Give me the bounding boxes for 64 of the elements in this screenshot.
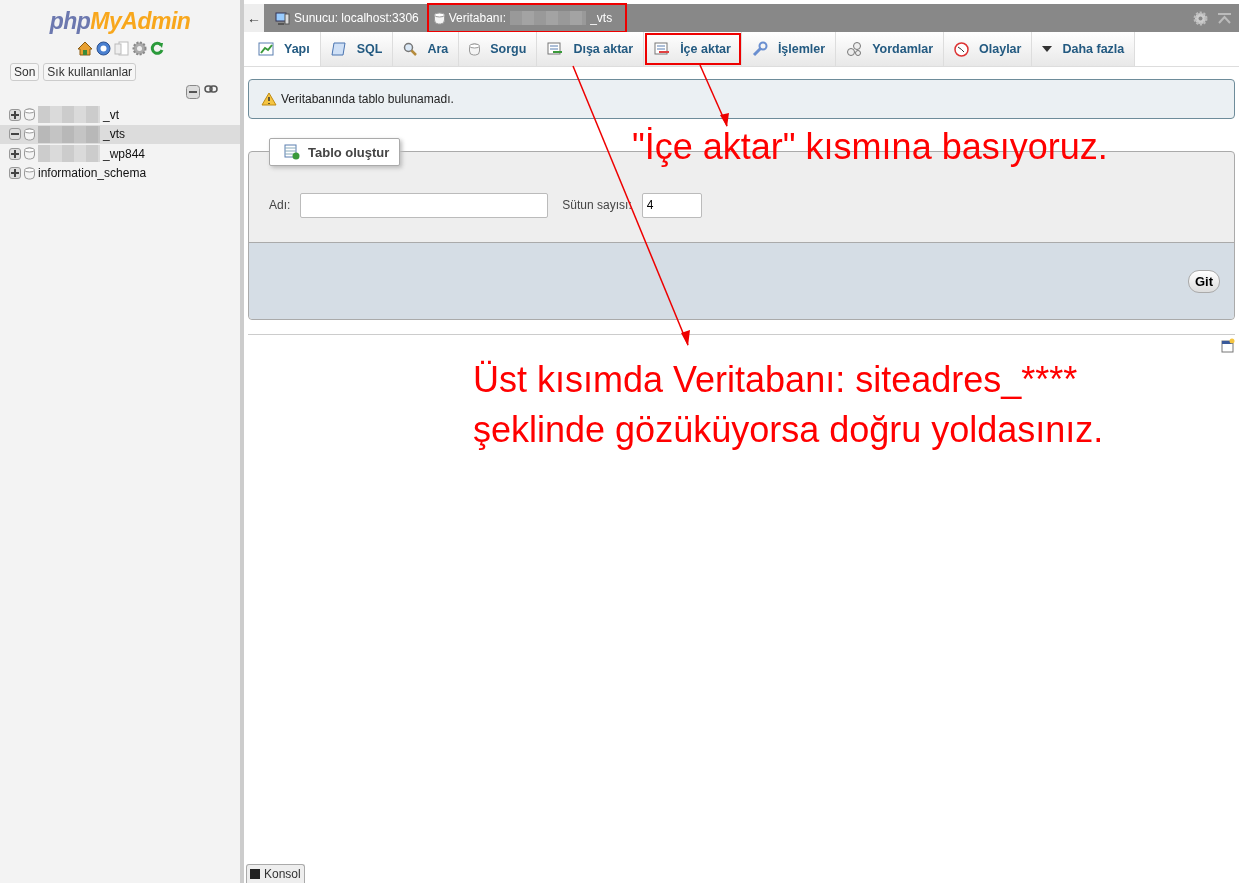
expand-icon[interactable] bbox=[9, 167, 21, 180]
collapse-icon[interactable] bbox=[9, 128, 21, 141]
database-icon bbox=[24, 108, 35, 122]
tab[interactable]: Olaylar bbox=[944, 32, 1033, 66]
go-button[interactable]: Git bbox=[1187, 269, 1220, 293]
server-icon bbox=[275, 11, 290, 25]
annotation-text: "İçe aktar" kısmına basıyoruz. bbox=[632, 125, 1108, 169]
home-icon[interactable] bbox=[76, 41, 93, 56]
warning-icon bbox=[261, 92, 277, 106]
expand-icon[interactable] bbox=[9, 147, 21, 160]
console-tab[interactable]: Konsol bbox=[246, 864, 305, 883]
field-label: Adı: bbox=[269, 198, 291, 212]
add-table-icon bbox=[284, 144, 300, 160]
database-name: _wp844 bbox=[103, 146, 146, 161]
tree-item[interactable]: _wp844 bbox=[0, 144, 240, 164]
tree-item[interactable]: information_schema bbox=[0, 163, 240, 183]
gears-icon bbox=[846, 41, 863, 57]
collapse-icon[interactable] bbox=[186, 85, 200, 99]
input-field[interactable] bbox=[300, 192, 549, 218]
tab[interactable]: Dışa aktar bbox=[537, 32, 645, 66]
console-icon bbox=[250, 869, 260, 879]
database-icon bbox=[433, 11, 445, 25]
wrench-icon bbox=[751, 41, 768, 57]
database-icon bbox=[24, 166, 35, 180]
database-icon bbox=[24, 147, 35, 161]
tab[interactable]: SQL bbox=[320, 32, 394, 66]
tab[interactable]: Yordamlar bbox=[836, 32, 945, 66]
tab[interactable]: Ara bbox=[393, 32, 460, 66]
logo[interactable]: phpMyAdmin bbox=[49, 8, 191, 35]
annotation-text: Üst kısımda Veritabanı: siteadres_**** şeklinde gözüküyorsa doğru yoldasınız. bbox=[473, 358, 1104, 452]
import-icon bbox=[654, 42, 671, 56]
database-icon bbox=[24, 127, 35, 141]
tree-item[interactable]: _vt bbox=[0, 105, 240, 125]
link-icon[interactable] bbox=[204, 85, 218, 93]
tab[interactable]: Daha fazla bbox=[1032, 32, 1136, 66]
nav-button[interactable]: Sık kullanılanlar bbox=[43, 63, 137, 81]
breadcrumb-link[interactable]: Veritabanı: _vts bbox=[429, 6, 625, 30]
database-name: _vt bbox=[103, 107, 119, 122]
window-icon[interactable] bbox=[1221, 338, 1235, 353]
help-icon[interactable] bbox=[95, 41, 111, 56]
clock-icon bbox=[954, 41, 970, 57]
database-name: information_schema bbox=[38, 166, 147, 181]
panel-title: Tablo oluştur bbox=[308, 144, 390, 160]
settings-icon[interactable] bbox=[131, 41, 147, 56]
search-icon bbox=[403, 42, 418, 56]
tab[interactable]: Sorgu bbox=[459, 32, 538, 66]
notice-text: Veritabanında tablo bulunamadı. bbox=[281, 92, 454, 106]
expand-icon[interactable] bbox=[9, 108, 21, 121]
input-field[interactable]: 4 bbox=[641, 192, 702, 218]
database-icon bbox=[469, 42, 481, 56]
back-button[interactable]: ← bbox=[244, 4, 264, 32]
structure-icon bbox=[258, 42, 274, 56]
reload-icon[interactable] bbox=[149, 41, 164, 56]
field-label: Sütun sayısı: bbox=[562, 198, 632, 212]
tree-item[interactable]: _vts bbox=[0, 124, 240, 144]
tab[interactable]: İçe aktar bbox=[644, 32, 742, 66]
nav-button[interactable]: Son bbox=[10, 63, 40, 81]
export-icon bbox=[547, 42, 564, 56]
database-name: _vts bbox=[103, 127, 125, 142]
breadcrumb-link[interactable]: Sunucu: localhost:3306 bbox=[272, 8, 422, 28]
scroll-icon bbox=[330, 41, 347, 57]
annotation-arrow bbox=[699, 64, 729, 127]
tab[interactable]: İşlemler bbox=[741, 32, 837, 66]
caret-icon bbox=[1042, 45, 1053, 53]
